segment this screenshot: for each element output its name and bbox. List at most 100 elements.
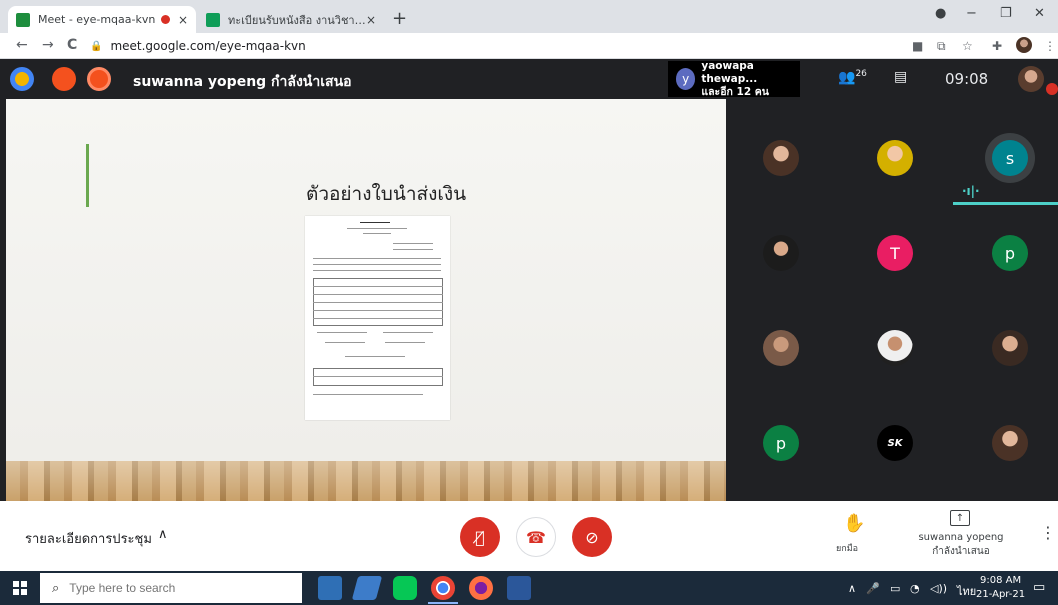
participant-tile[interactable]: SK xyxy=(877,425,913,461)
word-app-icon[interactable] xyxy=(507,576,531,600)
avatar-letter: p xyxy=(1004,243,1016,263)
extension-logo-icon[interactable] xyxy=(87,67,111,91)
extensions-icon[interactable]: ✚ xyxy=(992,39,1002,53)
language-indicator[interactable]: ไทย xyxy=(957,582,976,600)
taskbar-time: 9:08 AM xyxy=(980,575,1022,586)
avatar-letter: s xyxy=(1005,148,1015,168)
pinned-name: yaowapa thewap... xyxy=(701,59,758,85)
tab-close-icon[interactable]: × xyxy=(366,13,376,27)
url-bar[interactable]: 🔒 meet.google.com/eye-mqaa-kvn xyxy=(90,35,890,57)
battery-icon[interactable]: ▭ xyxy=(890,582,900,595)
forward-button[interactable]: → xyxy=(42,37,54,53)
tab-sheets[interactable]: ทะเบียนรับหนังสือ งานวิชาการฯ - Goo × xyxy=(198,6,384,33)
meeting-clock: 09:08 xyxy=(945,70,989,88)
participant-tile[interactable] xyxy=(877,140,913,176)
presenting-status[interactable]: suwanna yopeng กำลังนำเสนอ xyxy=(915,531,1007,559)
slide-accent-bar xyxy=(86,144,89,207)
chrome-app-icon[interactable] xyxy=(431,576,455,600)
mic-off-icon: 🎙̸ xyxy=(475,527,485,547)
sheets-favicon-icon xyxy=(206,12,220,27)
more-options-icon[interactable]: ⋮ xyxy=(1040,523,1056,542)
taskbar-date: 21-Apr-21 xyxy=(976,589,1026,600)
pinned-participant[interactable]: y yaowapa thewap... และอีก 12 คน xyxy=(668,59,800,98)
participant-tile[interactable] xyxy=(877,330,913,366)
document-image xyxy=(305,216,450,420)
participant-tile[interactable]: p xyxy=(763,425,799,461)
camera-off-icon: ⊘ xyxy=(585,527,599,547)
line-app-icon[interactable] xyxy=(393,576,417,600)
meeting-details-button[interactable]: รายละเอียดการประชุม xyxy=(25,528,152,549)
slide-heading: ตัวอย่างใบนำส่งเงิน xyxy=(306,183,467,205)
active-speaker-bar xyxy=(953,202,1058,205)
floor-background xyxy=(6,461,726,501)
reload-button[interactable]: C xyxy=(67,37,77,53)
mic-off-button[interactable]: 🎙̸ xyxy=(460,517,500,557)
raise-hand-label: ยกมือ xyxy=(836,544,859,554)
recording-indicator-icon xyxy=(160,15,170,24)
search-icon: ⌕ xyxy=(52,580,60,596)
camera-in-use-icon[interactable]: ■ xyxy=(912,39,923,53)
close-window-button[interactable]: ✕ xyxy=(1034,6,1045,21)
chevron-up-icon[interactable]: ∧ xyxy=(158,527,168,542)
participant-tile[interactable] xyxy=(763,330,799,366)
meet-top-bar: suwanna yopeng กำลังนำเสนอ y yaowapa the… xyxy=(0,59,1058,99)
avatar: y xyxy=(676,68,696,90)
participant-tile[interactable] xyxy=(992,425,1028,461)
participant-tile[interactable] xyxy=(992,330,1028,366)
restore-button[interactable]: ❐ xyxy=(1000,6,1012,21)
chat-icon[interactable]: ▤ xyxy=(894,69,907,85)
meeting-controls-bar: รายละเอียดการประชุม ∧ 🎙̸ ☎ ⊘ ✋ ยกมือ ↑ s… xyxy=(0,501,1058,571)
tab-close-icon[interactable]: × xyxy=(178,13,188,27)
school-logo-icon xyxy=(10,67,34,91)
taskbar-clock[interactable]: 9:08 AM 21-Apr-21 xyxy=(976,574,1025,602)
taskbar-search[interactable]: ⌕ xyxy=(40,573,302,603)
present-screen-icon[interactable]: ↑ xyxy=(950,510,970,526)
avatar-letter: p xyxy=(775,433,787,453)
avatar-letter: SK xyxy=(887,437,903,449)
raise-hand-icon[interactable]: ✋ xyxy=(843,513,865,534)
active-app-indicator xyxy=(428,602,458,604)
presenter-name-label: suwanna yopeng xyxy=(918,532,1004,543)
back-button[interactable]: ← xyxy=(16,37,28,53)
new-tab-button[interactable]: + xyxy=(392,8,407,29)
tab-title: ทะเบียนรับหนังสือ งานวิชาการฯ - Goo xyxy=(228,13,366,27)
profile-dot-icon[interactable]: ● xyxy=(935,6,946,21)
tray-chevron-icon[interactable]: ∧ xyxy=(848,582,856,595)
taskbar-app-icon[interactable] xyxy=(318,576,342,600)
firefox-app-icon[interactable] xyxy=(469,576,493,600)
bookmark-star-icon[interactable]: ☆ xyxy=(962,39,973,53)
notification-badge xyxy=(1046,83,1058,95)
hang-up-icon: ☎ xyxy=(526,527,546,547)
participants-icon[interactable]: 👥26 xyxy=(838,69,867,86)
speaking-indicator-icon: ·ı|· xyxy=(962,184,980,198)
chrome-menu-icon[interactable]: ⋮ xyxy=(1044,39,1056,53)
extension-logo-icon[interactable] xyxy=(52,67,76,91)
self-avatar[interactable] xyxy=(1018,66,1044,92)
presentation-slide[interactable]: ตัวอย่างใบนำส่งเงิน xyxy=(6,99,726,501)
search-input[interactable] xyxy=(69,581,270,595)
screen: Meet - eye-mqaa-kvn × ทะเบียนรับหนังสือ … xyxy=(0,0,1058,605)
participant-tile[interactable]: s xyxy=(992,140,1028,176)
tab-title: Meet - eye-mqaa-kvn xyxy=(38,13,156,26)
minimize-button[interactable]: − xyxy=(966,6,977,21)
camera-off-button[interactable]: ⊘ xyxy=(572,517,612,557)
presenting-label: กำลังนำเสนอ xyxy=(932,546,990,557)
address-bar-row: ← → C 🔒 meet.google.com/eye-mqaa-kvn ■ ⧉… xyxy=(0,33,1058,59)
participant-tile[interactable]: T xyxy=(877,235,913,271)
presenter-banner: suwanna yopeng กำลังนำเสนอ xyxy=(133,74,352,90)
taskbar-app-icon[interactable] xyxy=(351,576,383,600)
tab-meet[interactable]: Meet - eye-mqaa-kvn × xyxy=(8,6,196,33)
windows-start-icon[interactable] xyxy=(13,581,27,595)
notification-center-icon[interactable]: ▭ xyxy=(1033,580,1045,595)
participant-tile[interactable] xyxy=(763,140,799,176)
leave-call-button[interactable]: ☎ xyxy=(516,517,556,557)
participant-tile[interactable] xyxy=(763,235,799,271)
wifi-icon[interactable]: ◔ xyxy=(910,582,920,595)
mic-tray-icon[interactable]: 🎤 xyxy=(866,582,880,595)
volume-icon[interactable]: ◁)) xyxy=(930,582,947,595)
url-text: meet.google.com/eye-mqaa-kvn xyxy=(110,39,306,53)
avatar-letter: T xyxy=(890,243,900,263)
profile-avatar-icon[interactable] xyxy=(1016,37,1032,53)
participant-tile[interactable]: p xyxy=(992,235,1028,271)
translate-icon[interactable]: ⧉ xyxy=(937,39,946,54)
